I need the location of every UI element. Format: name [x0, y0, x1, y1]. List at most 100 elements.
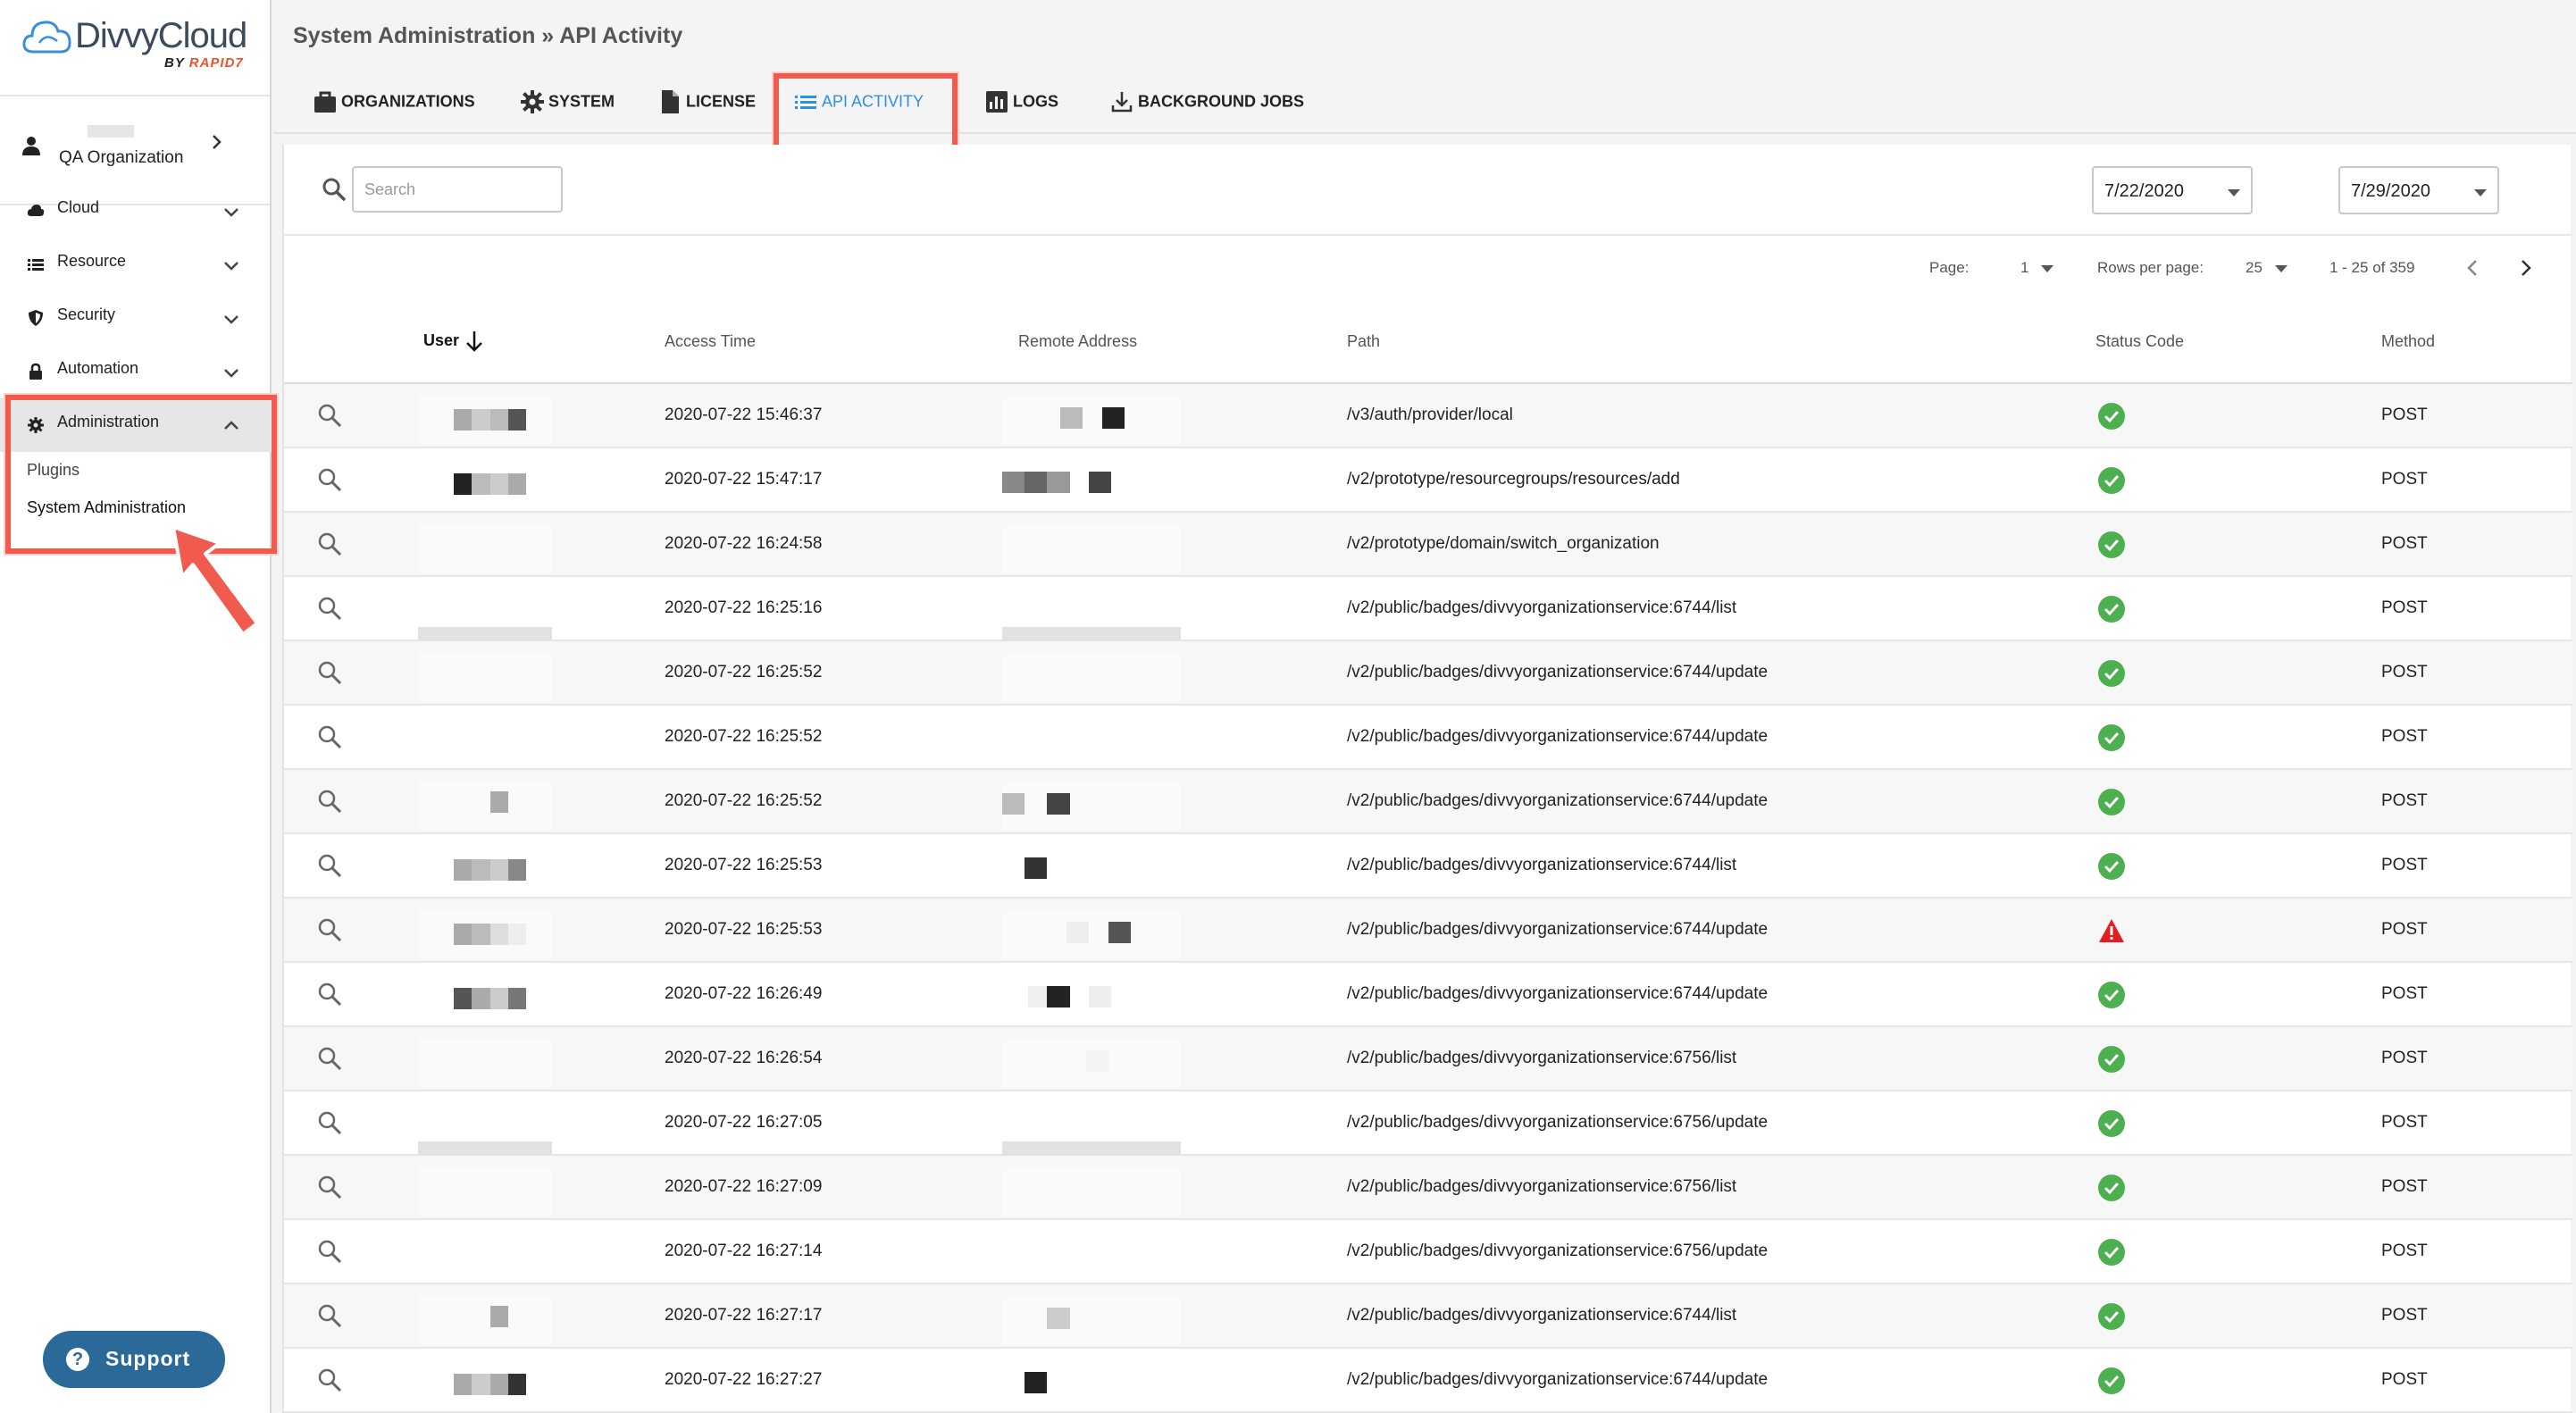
- table-row[interactable]: 2020-07-22 16:25:52/v2/public/badges/div…: [284, 770, 2572, 834]
- search-icon[interactable]: [316, 1367, 343, 1393]
- method-cell: POST: [2381, 1242, 2428, 1260]
- table-row[interactable]: 2020-07-22 16:27:17/v2/public/badges/div…: [284, 1284, 2572, 1349]
- redacted-user: [418, 523, 552, 573]
- next-page-icon[interactable]: [2513, 255, 2538, 280]
- column-header-remote-address[interactable]: Remote Address: [1018, 332, 1137, 351]
- table-row[interactable]: 2020-07-22 16:27:05/v2/public/badges/div…: [284, 1091, 2572, 1165]
- method-cell: POST: [2381, 406, 2428, 424]
- date-from-select[interactable]: 7/22/2020: [2092, 166, 2253, 214]
- search-icon[interactable]: [316, 1045, 343, 1072]
- search-icon[interactable]: [316, 466, 343, 493]
- search-icon[interactable]: [316, 531, 343, 557]
- tab-label: ORGANIZATIONS: [341, 92, 475, 111]
- table-row[interactable]: 2020-07-22 15:46:37/v3/auth/provider/loc…: [284, 384, 2572, 448]
- redacted-address: [1002, 781, 1181, 831]
- previous-page-icon[interactable]: [2460, 255, 2485, 280]
- access-time-cell: 2020-07-22 16:27:27: [665, 1370, 823, 1389]
- redacted-block: [1108, 922, 1131, 943]
- path-cell: /v2/public/badges/divvyorganizationservi…: [1347, 920, 1769, 939]
- redacted-block: [454, 473, 473, 495]
- table-row[interactable]: 2020-07-22 15:47:17/v2/prototype/resourc…: [284, 448, 2572, 513]
- rows-per-page-select[interactable]: 25: [2246, 259, 2287, 277]
- sidebar-item-label: Security: [57, 305, 116, 323]
- table-row[interactable]: 2020-07-22 16:25:53/v2/public/badges/div…: [284, 834, 2572, 899]
- search-icon[interactable]: [316, 788, 343, 815]
- search-icon[interactable]: [316, 852, 343, 879]
- tab-organizations[interactable]: ORGANIZATIONS: [313, 89, 475, 114]
- table-row[interactable]: 2020-07-22 16:25:53/v2/public/badges/div…: [284, 899, 2572, 963]
- method-cell: POST: [2381, 856, 2428, 874]
- tab-background-jobs[interactable]: BACKGROUND JOBS: [1109, 89, 1304, 114]
- redacted-address: [1002, 716, 1181, 766]
- search-icon[interactable]: [316, 981, 343, 1007]
- search-icon[interactable]: [316, 723, 343, 750]
- path-cell: /v2/public/badges/divvyorganizationservi…: [1347, 1242, 1769, 1260]
- page-select[interactable]: 1: [2020, 259, 2054, 277]
- column-header-access-time[interactable]: Access Time: [665, 332, 756, 351]
- support-button[interactable]: ? Support: [43, 1331, 225, 1388]
- search-input[interactable]: [352, 166, 563, 213]
- table-row[interactable]: 2020-07-22 16:24:58/v2/prototype/domain/…: [284, 513, 2572, 577]
- logo[interactable]: DivvyCloud BY RAPID7: [0, 0, 270, 96]
- table-row[interactable]: 2020-07-22 16:25:16/v2/public/badges/div…: [284, 577, 2572, 650]
- sidebar-item-resource[interactable]: Resource: [0, 238, 272, 291]
- cloud-logo-icon: [22, 21, 71, 54]
- redacted-address: [1002, 1038, 1181, 1088]
- redacted-address: [1002, 909, 1181, 959]
- check-circle-icon: [2098, 853, 2125, 880]
- check-circle-icon: [2098, 596, 2125, 623]
- path-cell: /v2/public/badges/divvyorganizationservi…: [1347, 1370, 1769, 1389]
- method-cell: POST: [2381, 984, 2428, 1003]
- organization-name: QA Organization: [59, 148, 184, 167]
- sidebar-item-automation[interactable]: Automation: [0, 345, 272, 398]
- check-circle-icon: [2098, 724, 2125, 751]
- redacted-block: [507, 409, 527, 431]
- tab-logs[interactable]: LOGS: [984, 89, 1058, 114]
- access-time-cell: 2020-07-22 15:47:17: [665, 470, 823, 489]
- redacted-address: [1002, 652, 1181, 702]
- search-icon[interactable]: [316, 1238, 343, 1265]
- redacted-user: [418, 716, 552, 766]
- search-icon[interactable]: [316, 402, 343, 429]
- redacted-block: [1025, 1372, 1048, 1393]
- dropdown-arrow-icon: [2228, 189, 2240, 196]
- column-header-path[interactable]: Path: [1347, 332, 1380, 351]
- redacted-address: [1002, 1295, 1181, 1345]
- access-time-cell: 2020-07-22 16:27:14: [665, 1242, 823, 1260]
- redacted-block: [489, 859, 508, 881]
- table-row[interactable]: 2020-07-22 16:25:52/v2/public/badges/div…: [284, 706, 2572, 770]
- table-row[interactable]: 2020-07-22 16:27:27/v2/public/badges/div…: [284, 1349, 2572, 1413]
- redacted-block: [1059, 407, 1083, 429]
- column-header-method[interactable]: Method: [2381, 332, 2435, 351]
- search-icon[interactable]: [316, 659, 343, 686]
- tab-license[interactable]: LICENSE: [657, 89, 756, 114]
- table-row[interactable]: 2020-07-22 16:25:52/v2/public/badges/div…: [284, 641, 2572, 706]
- sidebar-item-security[interactable]: Security: [0, 291, 272, 345]
- search-icon[interactable]: [316, 1109, 343, 1136]
- tab-label: LICENSE: [686, 92, 757, 111]
- column-header-user[interactable]: User: [423, 329, 485, 354]
- search-icon[interactable]: [316, 916, 343, 943]
- search-icon[interactable]: [316, 1174, 343, 1200]
- redacted-block: [1047, 793, 1070, 815]
- list-icon: [28, 259, 44, 271]
- table-row[interactable]: 2020-07-22 16:27:14/v2/public/badges/div…: [284, 1220, 2572, 1284]
- check-circle-icon: [2098, 403, 2125, 430]
- table-row[interactable]: 2020-07-22 16:26:49/v2/public/badges/div…: [284, 963, 2572, 1027]
- redacted-user: [418, 1166, 552, 1217]
- sidebar-item-cloud[interactable]: Cloud: [0, 184, 272, 238]
- search-icon[interactable]: [316, 595, 343, 622]
- table-row[interactable]: 2020-07-22 16:26:54/v2/public/badges/div…: [284, 1027, 2572, 1091]
- path-cell: /v2/public/badges/divvyorganizationservi…: [1347, 856, 1737, 874]
- redacted-address: [1002, 974, 1181, 1024]
- date-to-select[interactable]: 7/29/2020: [2338, 166, 2499, 214]
- tab-system[interactable]: SYSTEM: [520, 89, 615, 114]
- table-row[interactable]: 2020-07-22 16:27:09/v2/public/badges/div…: [284, 1156, 2572, 1220]
- tab-bar: ORGANIZATIONS SYSTEM LICENSE API ACTIVIT…: [273, 68, 2576, 134]
- search-icon[interactable]: [316, 1302, 343, 1329]
- check-circle-icon: [2098, 467, 2125, 494]
- dropdown-arrow-icon: [2474, 189, 2487, 196]
- redacted-user: [418, 459, 552, 509]
- redacted-block: [472, 473, 490, 495]
- column-header-status-code[interactable]: Status Code: [2095, 332, 2184, 351]
